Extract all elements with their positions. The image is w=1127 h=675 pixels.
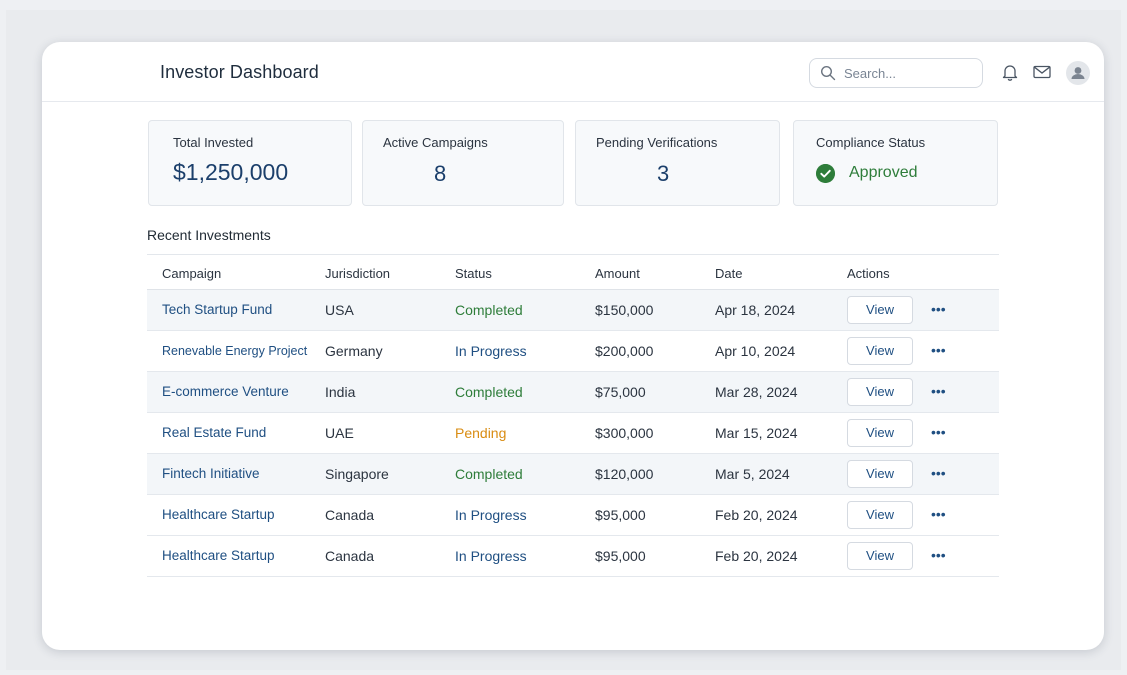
jurisdiction-cell: USA [325,302,354,318]
user-avatar-icon [1071,67,1085,79]
total-invested-card: Total Invested $1,250,000 [148,120,352,206]
search-box[interactable] [809,58,983,88]
table-row[interactable]: Fintech Initiative Singapore Completed $… [147,454,999,495]
campaign-link[interactable]: Fintech Initiative [162,466,260,481]
more-icon[interactable]: ••• [931,548,946,562]
compliance-status-label: Compliance Status [816,135,926,150]
campaign-link[interactable]: Renevable Energy Project [162,344,307,358]
campaign-link[interactable]: Healthcare Startup [162,507,275,522]
amount-cell: $120,000 [595,466,654,482]
top-bar: Investor Dashboard [42,42,1104,102]
campaign-link[interactable]: Tech Startup Fund [162,302,272,317]
more-icon[interactable]: ••• [931,302,946,316]
jurisdiction-cell: Germany [325,343,383,359]
jurisdiction-cell: Canada [325,507,375,523]
pending-verifications-label: Pending Verifications [596,135,718,150]
investments-table: Campaign Jurisdiction Status Amount Date… [147,254,999,577]
recent-investments-title: Recent Investments [147,227,271,243]
view-button[interactable]: View [847,542,913,570]
amount-cell: $95,000 [595,548,646,564]
column-header-jurisdiction[interactable]: Jurisdiction [325,266,390,281]
view-button[interactable]: View [847,378,913,406]
amount-cell: $150,000 [595,302,654,318]
pending-verifications-card: Pending Verifications 3 [575,120,780,206]
view-button[interactable]: View [847,501,913,529]
status-cell: Completed [455,466,523,482]
table-row[interactable]: Healthcare Startup Canada In Progress $9… [147,536,999,577]
dashboard-window: Investor Dashboard Total Invested $1,250… [42,42,1104,650]
jurisdiction-cell: Singapore [325,466,389,482]
more-icon[interactable]: ••• [931,384,946,398]
amount-cell: $300,000 [595,425,654,441]
user-avatar[interactable] [1066,61,1090,85]
amount-cell: $75,000 [595,384,646,400]
search-input[interactable] [844,63,974,83]
page-title: Investor Dashboard [160,62,319,82]
date-cell: Feb 20, 2024 [715,507,798,523]
amount-cell: $95,000 [595,507,646,523]
table-header: Campaign Jurisdiction Status Amount Date… [147,254,999,290]
check-circle-icon [816,164,835,183]
search-icon [820,65,836,81]
status-cell: In Progress [455,548,527,564]
active-campaigns-label: Active Campaigns [383,135,488,150]
table-row[interactable]: Healthcare Startup Canada In Progress $9… [147,495,999,536]
date-cell: Apr 18, 2024 [715,302,796,318]
table-row[interactable]: E-commerce Venture India Completed $75,0… [147,372,999,413]
view-button[interactable]: View [847,337,913,365]
status-cell: In Progress [455,343,527,359]
status-cell: Completed [455,384,523,400]
table-row[interactable]: Tech Startup Fund USA Completed $150,000… [147,290,999,331]
jurisdiction-cell: India [325,384,356,400]
view-button[interactable]: View [847,419,913,447]
column-header-amount[interactable]: Amount [595,266,640,281]
total-invested-label: Total Invested [173,135,254,150]
date-cell: Mar 28, 2024 [715,384,798,400]
total-invested-value: $1,250,000 [173,159,289,185]
date-cell: Feb 20, 2024 [715,548,798,564]
column-header-campaign[interactable]: Campaign [162,266,221,281]
date-cell: Mar 5, 2024 [715,466,790,482]
table-row[interactable]: Real Estate Fund UAE Pending $300,000 Ma… [147,413,999,454]
active-campaigns-card: Active Campaigns 8 [362,120,564,206]
more-icon[interactable]: ••• [931,343,946,357]
jurisdiction-cell: Canada [325,548,375,564]
more-icon[interactable]: ••• [931,466,946,480]
status-cell: In Progress [455,507,527,523]
jurisdiction-cell: UAE [325,425,354,441]
compliance-status-value: Approved [849,164,918,181]
mail-icon[interactable] [1032,62,1052,82]
compliance-status-card: Compliance Status Approved [793,120,998,206]
view-button[interactable]: View [847,460,913,488]
date-cell: Apr 10, 2024 [715,343,796,359]
active-campaigns-value: 8 [434,161,447,186]
pending-verifications-value: 3 [657,161,670,186]
status-cell: Completed [455,302,523,318]
status-cell: Pending [455,425,507,441]
amount-cell: $200,000 [595,343,654,359]
column-header-actions: Actions [847,266,890,281]
view-button[interactable]: View [847,296,913,324]
date-cell: Mar 15, 2024 [715,425,798,441]
table-row[interactable]: Renevable Energy Project Germany In Prog… [147,331,999,372]
campaign-link[interactable]: Real Estate Fund [162,425,266,440]
column-header-date[interactable]: Date [715,266,742,281]
more-icon[interactable]: ••• [931,507,946,521]
bell-icon[interactable] [1000,62,1020,82]
campaign-link[interactable]: Healthcare Startup [162,548,275,563]
more-icon[interactable]: ••• [931,425,946,439]
campaign-link[interactable]: E-commerce Venture [162,384,289,399]
column-header-status[interactable]: Status [455,266,492,281]
